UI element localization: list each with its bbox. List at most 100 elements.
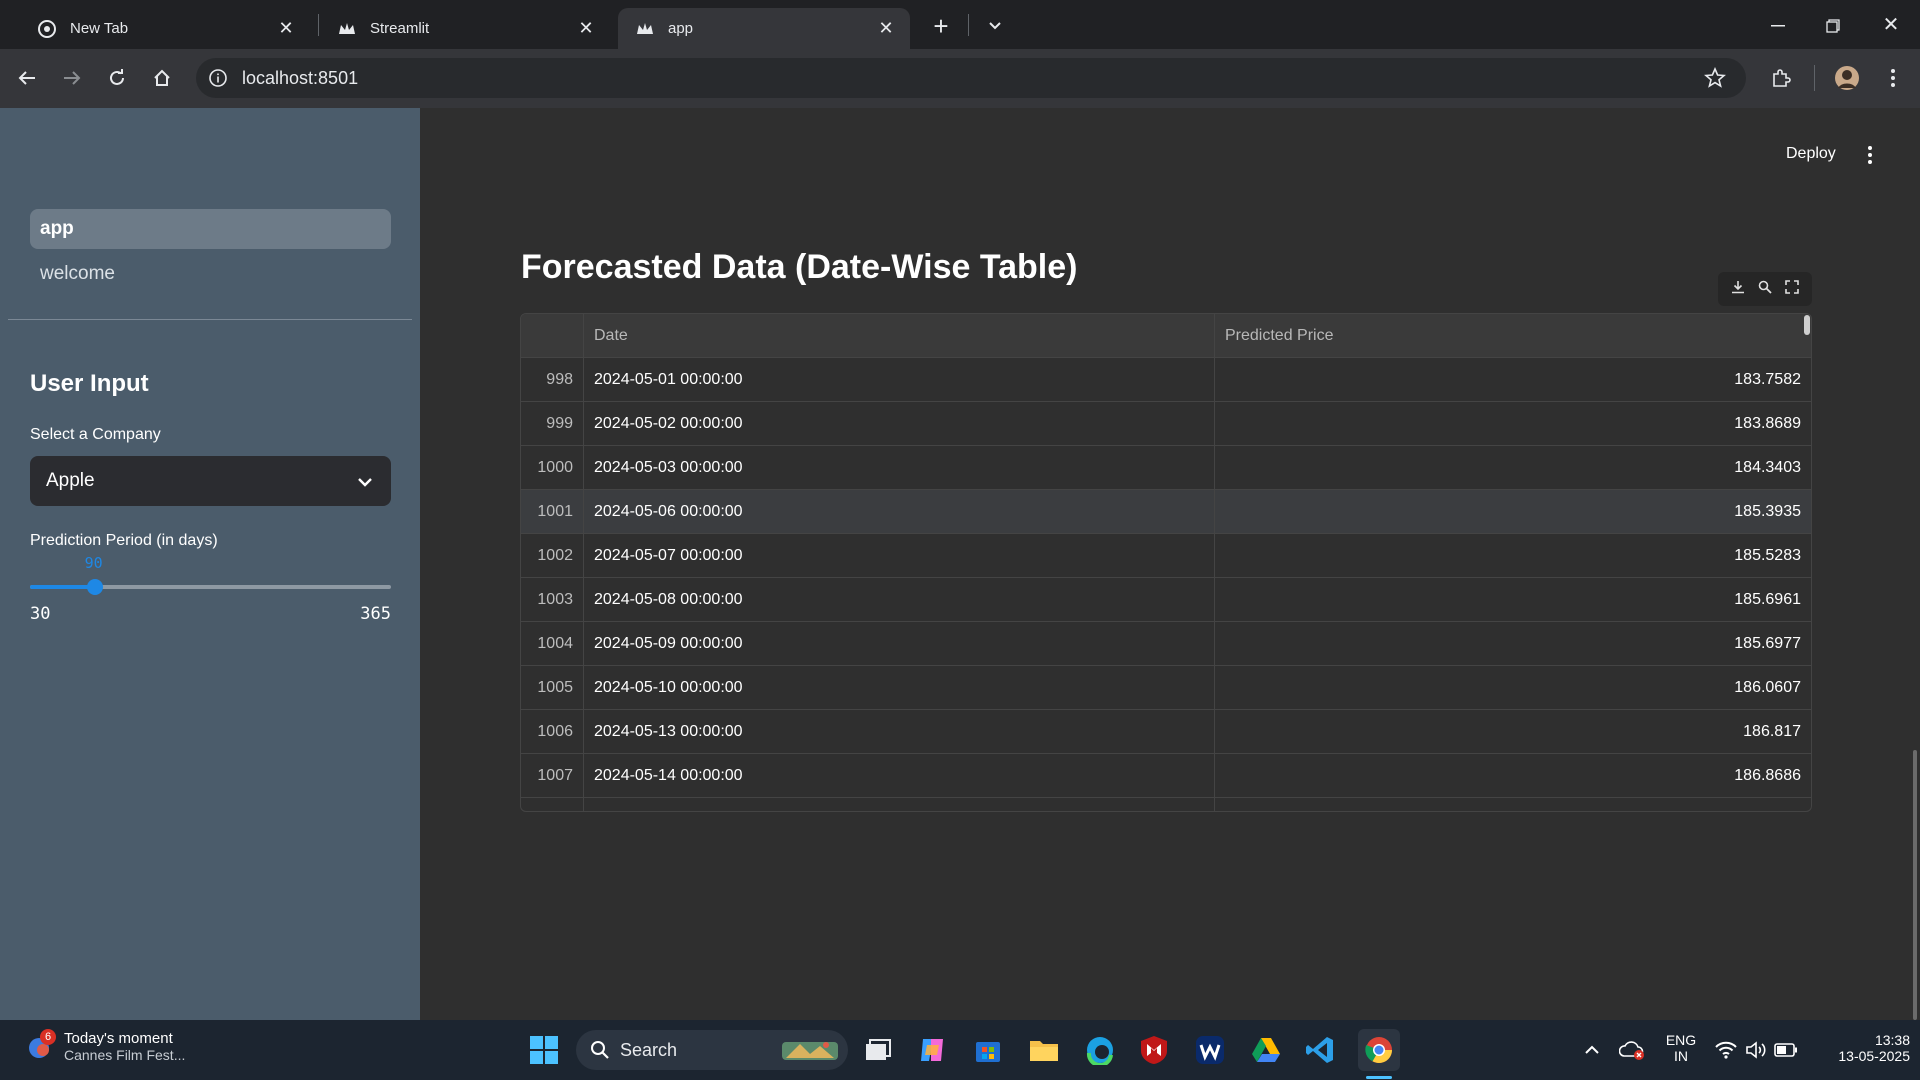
fullscreen-icon[interactable] [1785, 279, 1800, 299]
table-row[interactable]: 1001 2024-05-06 00:00:00 185.3935 [521, 490, 1811, 534]
sidebar-nav-app[interactable]: app [30, 209, 391, 249]
close-tab-icon[interactable]: ✕ [876, 18, 896, 38]
date-cell[interactable]: 2024-05-08 00:00:00 [584, 578, 1215, 622]
mcafee-icon[interactable] [1136, 1032, 1172, 1068]
date-cell[interactable]: 2024-05-13 00:00:00 [584, 710, 1215, 754]
tab-search-chevron-icon[interactable] [980, 12, 1010, 40]
slider-thumb[interactable] [86, 579, 103, 595]
table-scrollbar[interactable] [1804, 315, 1810, 335]
restore-window-icon[interactable] [1821, 14, 1845, 38]
microsoft-store-icon[interactable] [970, 1032, 1006, 1068]
extensions-puzzle-icon[interactable] [1764, 61, 1798, 95]
sidebar-nav-welcome[interactable]: welcome [30, 254, 391, 294]
date-column-header[interactable]: Date [584, 314, 1215, 358]
predicted-price-cell[interactable]: 185.3935 [1215, 490, 1811, 534]
page-title: Forecasted Data (Date-Wise Table) [521, 248, 1078, 286]
back-arrow-icon[interactable] [10, 61, 44, 95]
url-text[interactable]: localhost:8501 [242, 68, 358, 89]
row-index-cell[interactable]: 1000 [521, 446, 584, 490]
new-tab-plus-icon[interactable]: + [926, 12, 956, 42]
date-cell[interactable]: 2024-05-14 00:00:00 [584, 754, 1215, 798]
row-index-cell[interactable]: 1005 [521, 666, 584, 710]
company-select[interactable]: Apple [30, 456, 391, 506]
google-drive-icon[interactable] [1248, 1032, 1284, 1068]
streamlit-crown-icon [636, 20, 654, 38]
download-icon[interactable] [1731, 280, 1745, 299]
predicted-price-cell[interactable]: 184.3403 [1215, 446, 1811, 490]
deploy-button[interactable]: Deploy [1786, 145, 1836, 163]
webex-icon[interactable] [1192, 1032, 1228, 1068]
close-window-icon[interactable]: ✕ [1878, 12, 1904, 38]
onedrive-error-icon[interactable] [1614, 1032, 1650, 1068]
row-index-cell[interactable]: 1002 [521, 534, 584, 578]
predicted-price-cell[interactable]: 186.8686 [1215, 754, 1811, 798]
date-cell[interactable]: 2024-05-01 00:00:00 [584, 358, 1215, 402]
vscode-icon[interactable] [1302, 1032, 1338, 1068]
row-index-cell[interactable]: 999 [521, 402, 584, 446]
table-row[interactable]: 999 2024-05-02 00:00:00 183.8689 [521, 402, 1811, 446]
predicted-price-cell[interactable]: 185.5283 [1215, 534, 1811, 578]
show-hidden-icons-chevron[interactable] [1574, 1032, 1610, 1068]
table-row[interactable]: 1000 2024-05-03 00:00:00 184.3403 [521, 446, 1811, 490]
date-cell[interactable]: 2024-05-02 00:00:00 [584, 402, 1215, 446]
date-cell[interactable]: 2024-05-09 00:00:00 [584, 622, 1215, 666]
row-index-cell[interactable]: 1003 [521, 578, 584, 622]
tab-app[interactable]: app ✕ [618, 8, 910, 49]
site-info-icon[interactable] [208, 68, 228, 93]
system-clock[interactable]: 13:38 13-05-2025 [1810, 1032, 1910, 1064]
copilot-icon[interactable] [914, 1032, 950, 1068]
widgets-button[interactable]: 6 Today's moment Cannes Film Fest... [26, 1028, 186, 1063]
browser-menu-kebab-icon[interactable] [1876, 61, 1910, 95]
edge-browser-icon[interactable] [1082, 1032, 1118, 1068]
file-explorer-icon[interactable] [1026, 1032, 1062, 1068]
profile-avatar[interactable] [1830, 61, 1864, 95]
date-cell[interactable]: 2024-05-03 00:00:00 [584, 446, 1215, 490]
predicted-price-cell[interactable]: 185.6961 [1215, 578, 1811, 622]
main-menu-kebab-icon[interactable] [1867, 145, 1873, 170]
bookmark-star-icon[interactable] [1704, 66, 1726, 94]
table-row[interactable]: 1003 2024-05-08 00:00:00 185.6961 [521, 578, 1811, 622]
predicted-price-cell[interactable]: 183.7582 [1215, 358, 1811, 402]
minimize-window-icon[interactable] [1766, 14, 1790, 38]
slider-min-label: 30 [30, 604, 51, 624]
home-icon[interactable] [145, 61, 179, 95]
date-cell[interactable]: 2024-05-06 00:00:00 [584, 490, 1215, 534]
table-row[interactable]: 998 2024-05-01 00:00:00 183.7582 [521, 358, 1811, 402]
predicted-price-cell[interactable]: 185.6977 [1215, 622, 1811, 666]
input-language[interactable]: ENG IN [1660, 1032, 1702, 1064]
index-column-header[interactable] [521, 314, 584, 358]
row-index-cell[interactable]: 1001 [521, 490, 584, 534]
table-row[interactable]: 1007 2024-05-14 00:00:00 186.8686 [521, 754, 1811, 798]
forward-arrow-icon[interactable] [55, 61, 89, 95]
predicted-price-cell[interactable]: 186.817 [1215, 710, 1811, 754]
tab-new-tab[interactable]: New Tab ✕ [20, 8, 310, 49]
address-bar[interactable]: localhost:8501 [196, 58, 1746, 98]
tab-streamlit[interactable]: Streamlit ✕ [320, 8, 610, 49]
reload-icon[interactable] [100, 61, 134, 95]
page-scrollbar[interactable] [1913, 750, 1917, 1020]
predicted-price-column-header[interactable]: Predicted Price [1215, 314, 1811, 358]
predicted-price-cell[interactable]: 186.0607 [1215, 666, 1811, 710]
battery-icon[interactable] [1768, 1032, 1804, 1068]
chrome-taskbar-icon[interactable] [1358, 1029, 1400, 1071]
close-tab-icon[interactable]: ✕ [276, 18, 296, 38]
windows-start-icon[interactable] [526, 1032, 562, 1068]
predicted-price-cell[interactable]: 183.8689 [1215, 402, 1811, 446]
table-row[interactable]: 1002 2024-05-07 00:00:00 185.5283 [521, 534, 1811, 578]
table-row[interactable]: 1005 2024-05-10 00:00:00 186.0607 [521, 666, 1811, 710]
date-cell[interactable]: 2024-05-07 00:00:00 [584, 534, 1215, 578]
date-cell[interactable]: 2024-05-10 00:00:00 [584, 666, 1215, 710]
taskbar-search[interactable]: Search [576, 1030, 848, 1070]
close-tab-icon[interactable]: ✕ [576, 18, 596, 38]
table-row[interactable]: 1004 2024-05-09 00:00:00 185.6977 [521, 622, 1811, 666]
task-view-icon[interactable] [860, 1032, 896, 1068]
row-index-cell[interactable]: 1007 [521, 754, 584, 798]
widget-subtitle: Cannes Film Fest... [64, 1047, 186, 1063]
table-row[interactable]: 1006 2024-05-13 00:00:00 186.817 [521, 710, 1811, 754]
row-index-cell[interactable]: 1004 [521, 622, 584, 666]
data-table[interactable]: Date Predicted Price 998 2024-05-01 00:00… [520, 313, 1812, 812]
row-index-cell[interactable]: 1006 [521, 710, 584, 754]
row-index-cell[interactable]: 998 [521, 358, 584, 402]
sidebar-divider [8, 319, 412, 320]
search-icon[interactable] [1758, 280, 1772, 299]
